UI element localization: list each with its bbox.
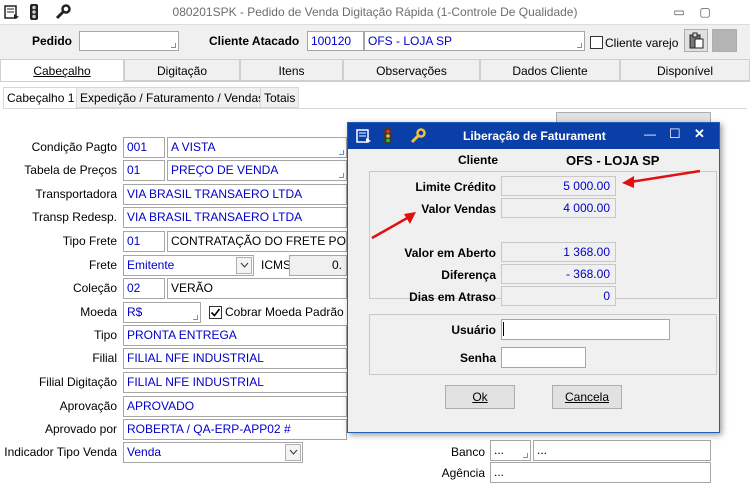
arrow-valor-vendas	[371, 215, 410, 240]
arrow-limite-head	[622, 176, 634, 188]
annotation-arrows	[371, 169, 701, 240]
arrow-limite-credito	[629, 169, 701, 184]
